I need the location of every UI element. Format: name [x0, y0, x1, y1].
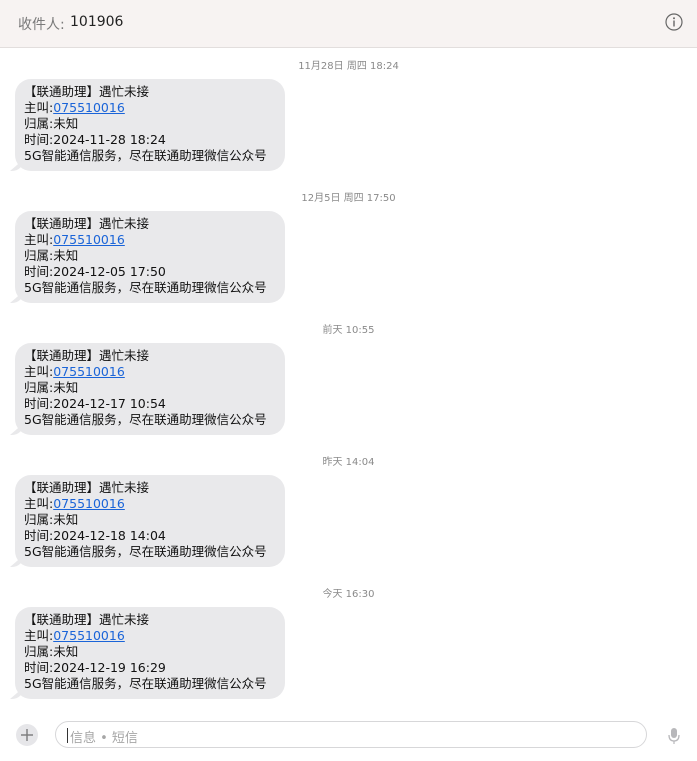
caller-prefix: 主叫:	[24, 100, 54, 115]
message-timestamp: 12月5日 周四 17:50	[301, 193, 396, 204]
plus-icon	[21, 729, 33, 741]
time-line: 时间:2024-12-17 10:54	[24, 396, 166, 411]
caller-prefix: 主叫:	[24, 496, 54, 511]
time-line: 时间:2024-12-18 14:04	[24, 528, 166, 543]
message-input-placeholder: 信息 • 短信	[70, 731, 138, 746]
message-title: 【联通助理】遇忙未接	[24, 480, 150, 495]
message-title: 【联通助理】遇忙未接	[24, 612, 150, 627]
caller-line: 主叫:075510016	[24, 232, 125, 248]
location-line: 归属:未知	[24, 512, 79, 527]
message-title: 【联通助理】遇忙未接	[24, 348, 150, 363]
time-line: 时间:2024-12-05 17:50	[24, 264, 166, 279]
caller-prefix: 主叫:	[24, 628, 54, 643]
caller-prefix: 主叫:	[24, 232, 54, 247]
location-line: 归属:未知	[24, 644, 79, 659]
location-line: 归属:未知	[24, 248, 79, 263]
message-title: 【联通助理】遇忙未接	[24, 84, 150, 99]
text-caret	[67, 728, 68, 743]
message-timestamp: 前天 10:55	[322, 325, 375, 336]
phone-number-link[interactable]: 075510016	[53, 628, 125, 643]
message-title: 【联通助理】遇忙未接	[24, 216, 150, 231]
footer-line: 5G智能通信服务，尽在联通助理微信公众号	[24, 148, 267, 163]
message-bubble[interactable]: 【联通助理】遇忙未接 主叫:075510016 归属:未知 时间:2024-12…	[15, 343, 285, 435]
time-line: 时间:2024-11-28 18:24	[24, 132, 166, 147]
phone-number-link[interactable]: 075510016	[53, 364, 125, 379]
location-line: 归属:未知	[24, 116, 79, 131]
message-input[interactable]: 信息 • 短信	[55, 721, 647, 748]
recipient-field[interactable]: 101906	[70, 14, 123, 30]
microphone-icon[interactable]	[667, 727, 681, 745]
message-thread[interactable]: 11月28日 周四 18:24 【联通助理】遇忙未接 主叫:075510016 …	[0, 48, 697, 718]
add-attachment-button[interactable]	[16, 724, 38, 746]
caller-prefix: 主叫:	[24, 364, 54, 379]
phone-number-link[interactable]: 075510016	[53, 496, 125, 511]
location-line: 归属:未知	[24, 380, 79, 395]
footer-line: 5G智能通信服务，尽在联通助理微信公众号	[24, 280, 267, 295]
footer-line: 5G智能通信服务，尽在联通助理微信公众号	[24, 544, 267, 559]
caller-line: 主叫:075510016	[24, 100, 125, 116]
time-line: 时间:2024-12-19 16:29	[24, 660, 166, 675]
message-bubble[interactable]: 【联通助理】遇忙未接 主叫:075510016 归属:未知 时间:2024-12…	[15, 607, 285, 699]
message-bubble[interactable]: 【联通助理】遇忙未接 主叫:075510016 归属:未知 时间:2024-12…	[15, 475, 285, 567]
footer-line: 5G智能通信服务，尽在联通助理微信公众号	[24, 412, 267, 427]
phone-number-link[interactable]: 075510016	[53, 100, 125, 115]
message-timestamp: 11月28日 周四 18:24	[298, 61, 399, 72]
caller-line: 主叫:075510016	[24, 364, 125, 380]
phone-number-link[interactable]: 075510016	[53, 232, 125, 247]
message-timestamp: 今天 16:30	[322, 589, 375, 600]
footer-line: 5G智能通信服务，尽在联通助理微信公众号	[24, 676, 267, 691]
conversation-header: 收件人: 101906	[0, 0, 697, 48]
message-bubble[interactable]: 【联通助理】遇忙未接 主叫:075510016 归属:未知 时间:2024-11…	[15, 79, 285, 171]
message-composer: 信息 • 短信	[0, 718, 697, 761]
caller-line: 主叫:075510016	[24, 628, 125, 644]
message-timestamp: 昨天 14:04	[322, 457, 375, 468]
recipient-label: 收件人:	[18, 17, 65, 33]
message-bubble[interactable]: 【联通助理】遇忙未接 主叫:075510016 归属:未知 时间:2024-12…	[15, 211, 285, 303]
caller-line: 主叫:075510016	[24, 496, 125, 512]
info-icon[interactable]	[665, 13, 683, 31]
